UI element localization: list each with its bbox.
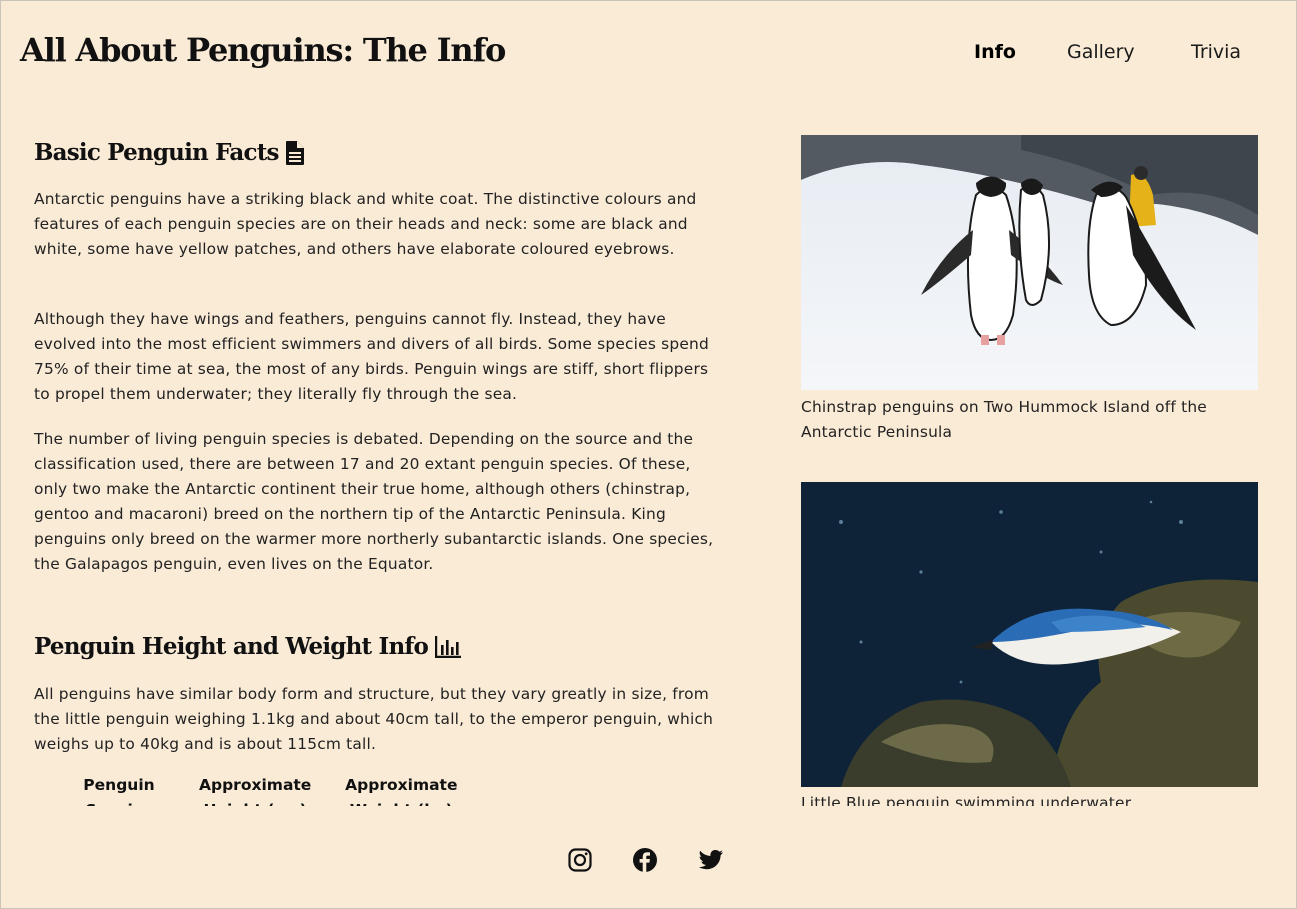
facts-paragraph-3: The number of living penguin species is … [34,430,714,573]
facebook-link[interactable] [632,847,658,873]
photo-caption-1: Chinstrap penguins on Two Hummock Island… [801,398,1207,441]
twitter-link[interactable] [698,847,724,873]
little-blue-penguin-photo [801,482,1258,787]
instagram-icon [568,848,592,872]
site-header: All About Penguins: The Info Info Galler… [1,1,1297,111]
table-header-row: Penguin Species Approximate Height (cm) … [54,773,476,806]
facebook-icon [633,848,657,872]
facts-heading-text: Basic Penguin Facts [34,139,280,166]
nav-link-trivia[interactable]: Trivia [1191,41,1241,63]
photo-caption-2: Little Blue penguin swimming underwater [801,794,1132,806]
nav-link-gallery[interactable]: Gallery [1067,41,1135,63]
size-paragraph: All penguins have similar body form and … [34,685,714,753]
facts-paragraph-2: Although they have wings and feathers, p… [34,310,709,403]
facts-heading: Basic Penguin Facts [34,139,304,166]
document-icon [285,140,304,165]
chinstrap-penguins-photo [801,135,1258,390]
table-header-height: Approximate Height (cm) [199,776,312,806]
size-heading: Penguin Height and Weight Info [34,633,462,660]
table-header-species: Penguin Species [83,776,155,806]
twitter-icon [699,850,723,870]
size-heading-text: Penguin Height and Weight Info [34,633,429,660]
facts-paragraph-1: Antarctic penguins have a striking black… [34,190,697,258]
nav-link-info[interactable]: Info [974,41,1016,63]
size-table: Penguin Species Approximate Height (cm) … [54,773,476,806]
table-header-weight: Approximate Weight (kg) [345,776,458,806]
instagram-link[interactable] [567,847,593,873]
site-footer [1,841,1297,881]
main-content[interactable]: Basic Penguin Facts Antarctic penguins h… [1,111,1297,806]
site-title: All About Penguins: The Info [20,31,506,69]
bar-chart-icon [435,635,462,658]
